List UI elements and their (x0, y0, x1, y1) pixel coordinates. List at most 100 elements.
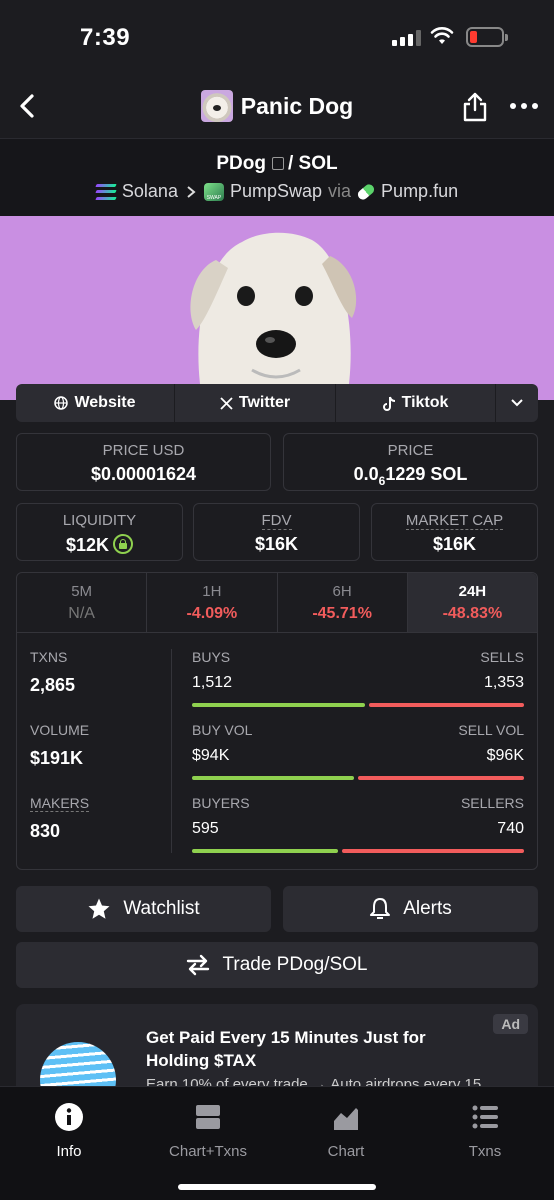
price-native-prefix: 0.0 (353, 464, 379, 484)
trade-button[interactable]: Trade PDog/SOL (16, 942, 538, 988)
tab-6h-label: 6H (332, 583, 352, 600)
price-usd-box: PRICE USD $0.00001624 (16, 433, 271, 491)
copy-icon[interactable] (271, 157, 284, 171)
token-avatar (200, 90, 233, 122)
status-bar: 7:39 (0, 0, 554, 76)
more-links-button[interactable] (496, 384, 538, 422)
star-icon (88, 898, 110, 919)
chevron-right-icon (187, 185, 196, 198)
sell-vol-bar (358, 776, 524, 780)
social-links: Website Twitter Tiktok (16, 384, 538, 422)
tab-6h[interactable]: 6H -45.71% (278, 573, 408, 632)
sellers-value: 740 (497, 820, 524, 837)
list-icon (472, 1105, 498, 1129)
sellers-label: SELLERS (460, 795, 524, 811)
makers-value: 830 (30, 821, 61, 841)
tab-24h-label: 24H (458, 583, 487, 600)
tab-txns[interactable]: Txns (430, 1103, 540, 1160)
split-view-icon (196, 1105, 220, 1129)
alerts-button[interactable]: Alerts (283, 886, 538, 932)
tiktok-icon (382, 396, 395, 411)
via-label: via (328, 181, 352, 201)
price-native-box: PRICE 0.061229 SOL (283, 433, 538, 491)
sell-vol-value: $96K (486, 747, 524, 764)
area-chart-icon (334, 1108, 358, 1130)
watchlist-button[interactable]: Watchlist (16, 886, 271, 932)
globe-icon (54, 396, 69, 410)
info-icon (55, 1103, 83, 1131)
more-options-icon[interactable] (510, 94, 538, 118)
makers-label[interactable]: MAKERS (30, 795, 90, 812)
volume-value: $191K (30, 748, 84, 768)
buy-vol-value: $94K (192, 747, 230, 764)
swap-arrows-icon (187, 954, 210, 976)
trade-label: Trade PDog/SOL (222, 954, 368, 975)
tab-24h[interactable]: 24H -48.83% (407, 573, 537, 632)
pair-route: Solana SWAP PumpSwap via Pump.fun (0, 181, 554, 202)
pumpswap-icon: SWAP (203, 182, 224, 201)
makers-row: MAKERS 830 BUYERS 595 SELLERS 740 (17, 793, 537, 863)
status-time: 7:39 (80, 24, 131, 51)
tab-chart-txns[interactable]: Chart+Txns (153, 1103, 263, 1160)
tab-5m-value: N/A (68, 605, 95, 622)
tab-1h[interactable]: 1H -4.09% (147, 573, 278, 632)
watchlist-label: Watchlist (123, 898, 200, 919)
price-native-value: 0.061229 SOL (284, 464, 537, 488)
fdv-value: $16K (254, 534, 299, 554)
twitter-label: Twitter (238, 394, 291, 411)
tab-chart[interactable]: Chart (291, 1103, 401, 1160)
pill-icon (355, 181, 377, 202)
market-cap-label[interactable]: MARKET CAP (405, 512, 504, 530)
tab-chart-label: Chart (327, 1143, 365, 1160)
sells-label: SELLS (480, 649, 524, 665)
timeframe-tabs: 5M N/A 1H -4.09% 6H -45.71% 24H -48.83% (17, 573, 537, 633)
ad-headline: Get Paid Every 15 Minutes Just for Holdi… (146, 1028, 426, 1070)
solana-icon (95, 183, 117, 200)
twitter-button[interactable]: Twitter (175, 384, 336, 422)
buyers-value: 595 (192, 820, 219, 837)
bell-icon (370, 898, 391, 919)
tab-info[interactable]: Info (14, 1103, 124, 1160)
tab-24h-value: -48.83% (442, 605, 503, 622)
pair-base: PDog (216, 153, 266, 174)
price-native-suffix: 1229 SOL (385, 464, 468, 484)
buys-label: BUYS (192, 649, 231, 665)
tab-6h-value: -45.71% (312, 605, 372, 622)
bottom-tab-bar: Info Chart+Txns Chart Txns (0, 1086, 554, 1200)
market-cap-value: $16K (432, 534, 477, 554)
chain-name[interactable]: Solana (122, 181, 178, 202)
fdv-label[interactable]: FDV (261, 512, 292, 530)
dex-name[interactable]: PumpSwap (230, 181, 322, 202)
tab-chart-txns-label: Chart+Txns (169, 1143, 247, 1160)
share-icon[interactable] (462, 92, 488, 122)
price-usd-label: PRICE USD (102, 442, 185, 459)
pair-quote: SOL (298, 153, 338, 174)
cellular-signal-icon (392, 30, 421, 46)
volume-label: VOLUME (30, 722, 90, 738)
metrics-grid: TXNS 2,865 BUYS 1,512 SELLS 1,353 VOLUME… (17, 633, 537, 869)
ad-tag: Ad (493, 1014, 528, 1034)
txns-label: TXNS (30, 649, 68, 665)
txns-row: TXNS 2,865 BUYS 1,512 SELLS 1,353 (17, 647, 537, 717)
launchpad-name[interactable]: Pump.fun (381, 181, 458, 202)
buy-vol-label: BUY VOL (192, 722, 253, 738)
tab-1h-value: -4.09% (186, 605, 238, 622)
liquidity-value: $12K (65, 535, 110, 555)
website-label: Website (74, 394, 136, 411)
timeframe-panel: 5M N/A 1H -4.09% 6H -45.71% 24H -48.83% … (16, 572, 538, 870)
buys-bar (192, 703, 365, 707)
price-usd-value: $0.00001624 (90, 464, 197, 484)
sellers-bar (342, 849, 524, 853)
home-indicator (178, 1184, 376, 1190)
buys-value: 1,512 (192, 674, 233, 691)
tab-1h-label: 1H (202, 583, 222, 600)
website-button[interactable]: Website (16, 384, 175, 422)
battery-icon (466, 27, 508, 47)
tab-5m[interactable]: 5M N/A (17, 573, 148, 632)
page-title: Panic Dog (240, 92, 354, 119)
tiktok-button[interactable]: Tiktok (336, 384, 496, 422)
volume-row: VOLUME $191K BUY VOL $94K SELL VOL $96K (17, 720, 537, 790)
token-banner (0, 216, 554, 400)
ad-banner[interactable]: Ad Get Paid Every 15 Minutes Just for Ho… (16, 1004, 538, 1094)
lock-icon[interactable] (113, 534, 134, 554)
